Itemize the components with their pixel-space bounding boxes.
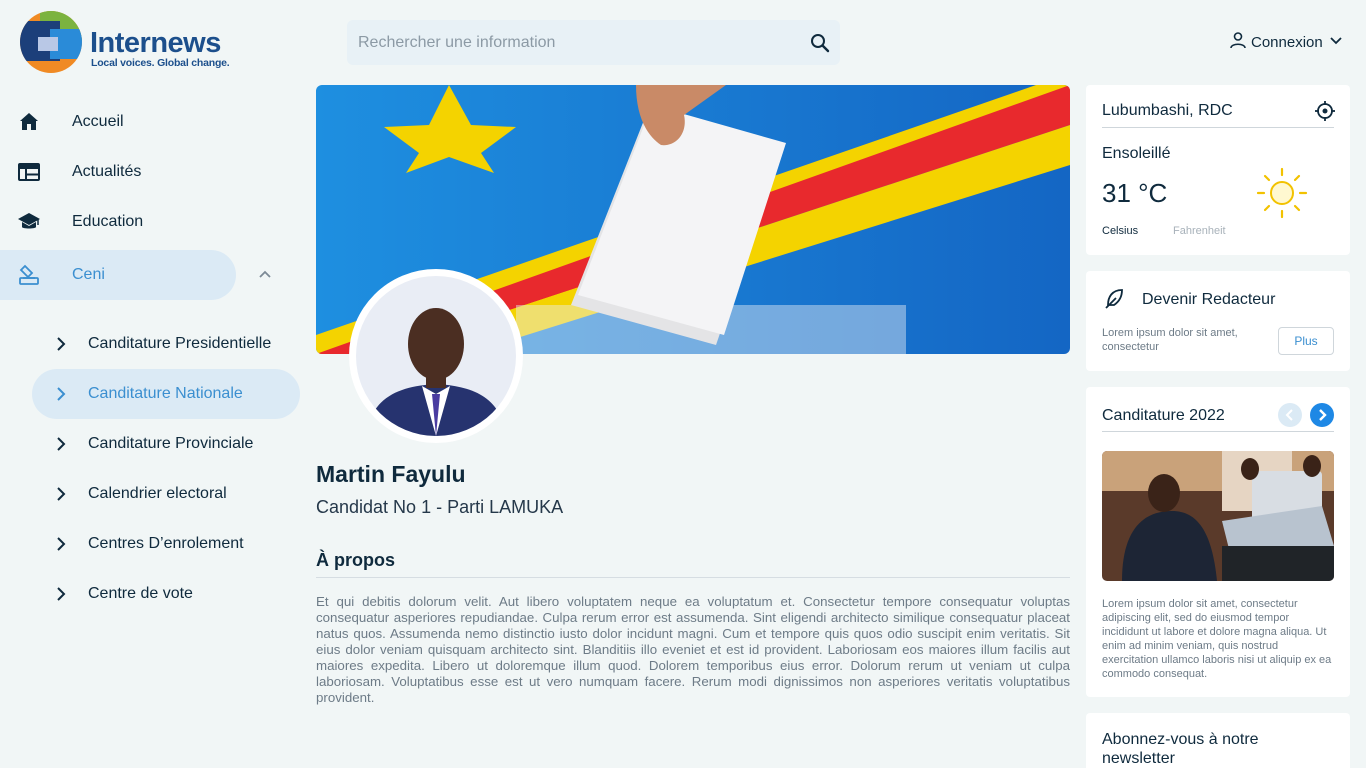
sidebar-item-label: Accueil — [72, 113, 124, 130]
sidebar-item-education[interactable]: Education — [0, 197, 236, 247]
chevron-left-icon — [1285, 409, 1293, 421]
search-input[interactable] — [347, 20, 787, 65]
plus-button[interactable]: Plus — [1278, 327, 1334, 355]
carousel-prev-button[interactable] — [1278, 403, 1302, 427]
chevron-right-icon — [51, 334, 71, 354]
user-icon — [1229, 31, 1247, 53]
newsletter-card: Abonnez-vous à notre newsletter — [1086, 713, 1350, 768]
chevron-right-icon — [1319, 409, 1327, 421]
writer-description: Lorem ipsum dolor sit amet, consectetur — [1102, 327, 1238, 353]
sidebar-item-label: Education — [72, 213, 144, 230]
sidebar-item-accueil[interactable]: Accueil — [0, 97, 236, 147]
about-text: Et qui debitis dolorum velit. Aut libero… — [316, 594, 1070, 705]
subnav-item-label: Centres D’enrolement — [88, 535, 244, 552]
subnav-item-presidentielle[interactable]: Canditature Presidentielle — [32, 319, 300, 369]
sidebar-item-ceni[interactable]: Ceni — [0, 250, 271, 300]
logo-tagline: Local voices. Global change. — [91, 57, 230, 69]
unit-fahrenheit[interactable]: Fahrenheit — [1173, 225, 1226, 237]
writer-title: Devenir Redacteur — [1142, 291, 1276, 308]
about-divider — [316, 577, 1070, 578]
logo-mark-icon — [20, 11, 82, 73]
carousel-next-button[interactable] — [1310, 403, 1334, 427]
subnav-item-centre-vote[interactable]: Centre de vote — [32, 569, 300, 619]
chevron-right-icon — [51, 534, 71, 554]
become-writer-card: Devenir Redacteur Lorem ipsum dolor sit … — [1086, 271, 1350, 371]
login-label: Connexion — [1251, 33, 1323, 51]
candidatures-photo[interactable] — [1102, 451, 1334, 581]
candidatures-divider — [1102, 431, 1334, 432]
locate-icon[interactable] — [1315, 101, 1335, 121]
subnav-item-label: Canditature Presidentielle — [88, 335, 272, 352]
search-bar — [347, 20, 840, 65]
sun-icon — [1256, 167, 1308, 219]
subnav-item-label: Canditature Provinciale — [88, 435, 254, 452]
search-icon[interactable] — [808, 31, 832, 55]
candidate-name: Martin Fayulu — [316, 461, 466, 487]
sidebar-item-label: Actualités — [72, 163, 142, 180]
about-heading: À propos — [316, 550, 395, 570]
news-icon — [17, 160, 41, 184]
home-icon — [17, 110, 41, 134]
candidatures-title: Canditature 2022 — [1102, 407, 1225, 424]
newsletter-title: Abonnez-vous à notre newsletter — [1102, 731, 1259, 767]
subnav-item-enrolement[interactable]: Centres D’enrolement — [32, 519, 300, 569]
weather-condition: Ensoleillé — [1102, 145, 1171, 162]
chevron-up-icon[interactable] — [255, 264, 275, 284]
ballot-icon — [17, 263, 41, 287]
logo-wordmark: Internews — [90, 27, 221, 59]
sidebar-item-label: Ceni — [72, 266, 105, 283]
weather-temperature: 31 °C — [1102, 178, 1168, 208]
subnav-item-label: Centre de vote — [88, 585, 193, 602]
candidatures-card: Canditature 2022 Lorem ipsum dolor sit a… — [1086, 387, 1350, 697]
login-button[interactable]: Connexion — [1229, 31, 1345, 53]
subnav-item-label: Canditature Nationale — [88, 385, 243, 402]
feather-icon — [1102, 287, 1126, 311]
subnav-item-label: Calendrier electoral — [88, 485, 227, 502]
chevron-right-icon — [51, 434, 71, 454]
chevron-down-icon — [1327, 31, 1345, 53]
subnav-item-calendrier[interactable]: Calendrier electoral — [32, 469, 300, 519]
chevron-right-icon — [51, 584, 71, 604]
subnav-item-nationale[interactable]: Canditature Nationale — [32, 369, 300, 419]
internews-logo[interactable]: Internews Local voices. Global change. — [20, 11, 230, 75]
school-icon — [17, 210, 41, 234]
subnav-item-provinciale[interactable]: Canditature Provinciale — [32, 419, 300, 469]
candidate-avatar — [349, 269, 523, 443]
weather-city: Lubumbashi, RDC — [1102, 102, 1233, 119]
unit-celsius[interactable]: Celsius — [1102, 225, 1138, 237]
weather-divider — [1102, 127, 1334, 128]
chevron-right-icon — [51, 484, 71, 504]
candidate-subtitle: Candidat No 1 - Parti LAMUKA — [316, 497, 564, 517]
candidatures-description: Lorem ipsum dolor sit amet, consectetur … — [1102, 598, 1332, 680]
sidebar-item-actualites[interactable]: Actualités — [0, 147, 236, 197]
chevron-right-icon — [51, 384, 71, 404]
weather-card: Lubumbashi, RDC Ensoleillé 31 °C Celsius… — [1086, 85, 1350, 255]
